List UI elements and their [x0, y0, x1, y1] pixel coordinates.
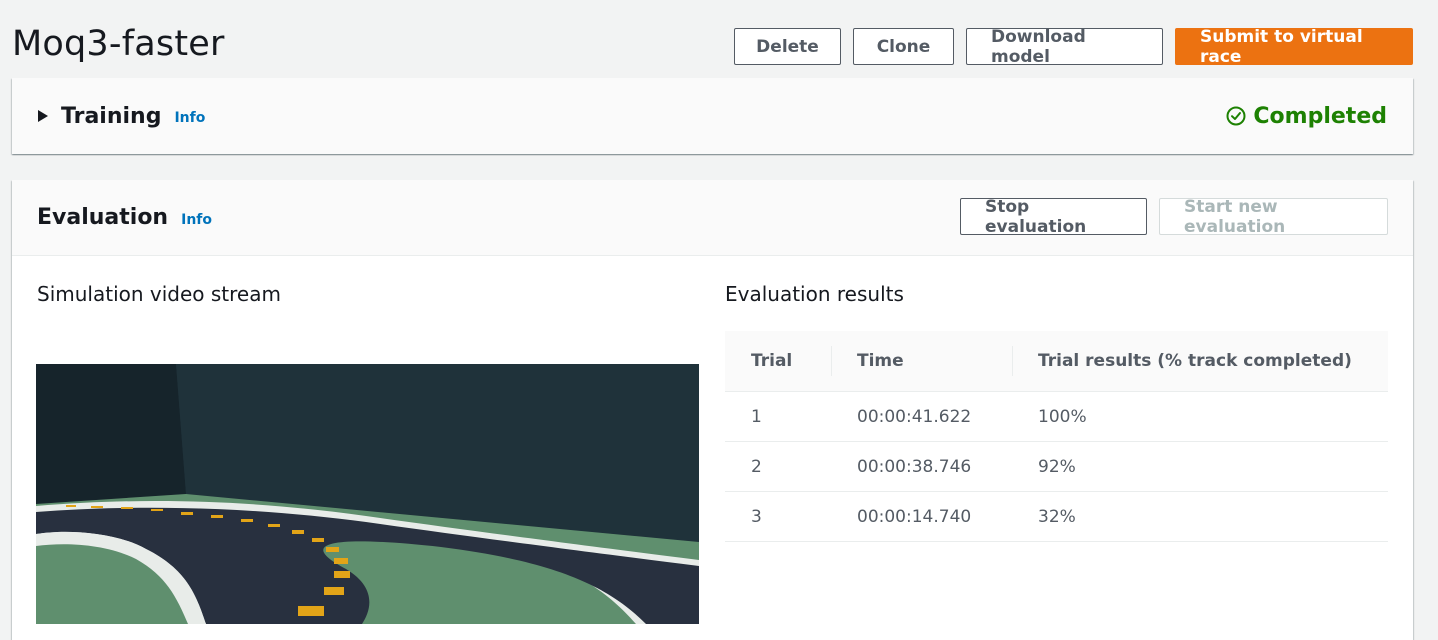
stop-evaluation-button[interactable]: Stop evaluation — [960, 197, 1147, 237]
time-cell: 00:00:38.746 — [831, 441, 1012, 492]
training-info-link[interactable]: Info — [174, 110, 205, 126]
training-expander[interactable]: Training Info — [38, 78, 205, 154]
delete-button[interactable]: Delete — [734, 28, 841, 65]
trial-cell: 1 — [725, 391, 831, 442]
evaluation-results-table: Trial Time Trial results (% track comple… — [725, 331, 1388, 542]
column-header-results[interactable]: Trial results (% track completed) — [1012, 331, 1388, 392]
track-scene-image — [36, 364, 699, 624]
submit-to-virtual-race-button[interactable]: Submit to virtual race — [1175, 27, 1413, 67]
evaluation-panel: Evaluation Info Stop evaluation Start ne… — [12, 180, 1413, 640]
table-row: 3 00:00:14.740 32% — [725, 491, 1388, 542]
table-row: 2 00:00:38.746 92% — [725, 441, 1388, 492]
download-model-button[interactable]: Download model — [966, 27, 1163, 67]
column-header-trial[interactable]: Trial — [725, 331, 831, 392]
time-cell: 00:00:41.622 — [831, 391, 1012, 442]
status-label: Completed — [1253, 103, 1387, 129]
header-actions: Delete Clone Download model Submit to vi… — [734, 27, 1413, 67]
training-status: Completed — [1226, 78, 1387, 154]
check-circle-icon — [1226, 106, 1246, 126]
start-new-evaluation-button: Start new evaluation — [1159, 197, 1388, 237]
result-cell: 100% — [1012, 391, 1388, 442]
page-title: Moq3-faster — [12, 24, 225, 64]
evaluation-results-title: Evaluation results — [725, 282, 904, 306]
caret-right-icon[interactable] — [38, 110, 48, 122]
result-cell: 92% — [1012, 441, 1388, 492]
trial-cell: 2 — [725, 441, 831, 492]
training-title: Training — [61, 103, 162, 129]
clone-button[interactable]: Clone — [853, 28, 954, 65]
simulation-video-stream[interactable] — [36, 364, 699, 624]
column-header-time[interactable]: Time — [831, 331, 1012, 392]
evaluation-header: Evaluation Info Stop evaluation Start ne… — [12, 180, 1413, 256]
time-cell: 00:00:14.740 — [831, 491, 1012, 542]
training-panel: Training Info Completed — [12, 78, 1413, 154]
result-cell: 32% — [1012, 491, 1388, 542]
evaluation-info-link[interactable]: Info — [181, 212, 212, 228]
table-row: 1 00:00:41.622 100% — [725, 391, 1388, 442]
trial-cell: 3 — [725, 491, 831, 542]
simulation-video-title: Simulation video stream — [37, 282, 281, 306]
table-header-row: Trial Time Trial results (% track comple… — [725, 331, 1388, 392]
evaluation-title: Evaluation — [37, 205, 169, 230]
